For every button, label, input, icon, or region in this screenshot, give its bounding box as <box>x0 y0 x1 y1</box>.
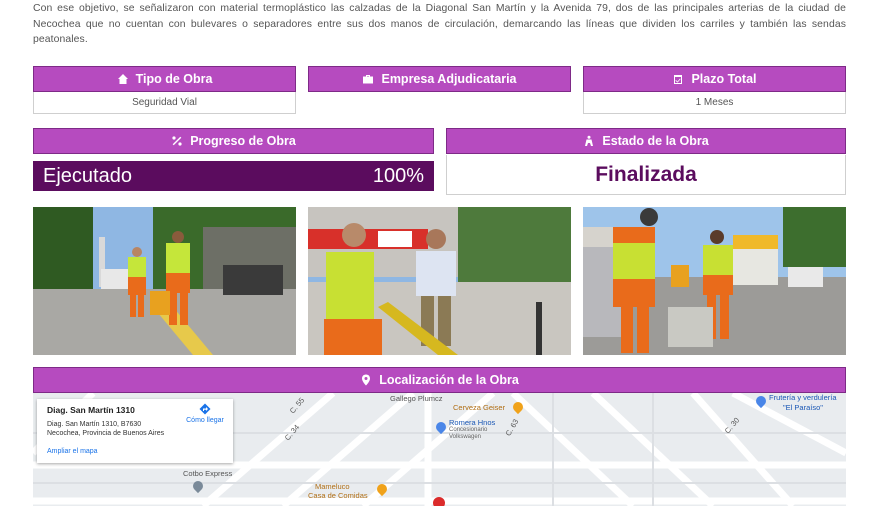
map-poi-romera[interactable]: Romera Hnos <box>449 418 495 427</box>
progress-status: Ejecutado <box>43 164 132 187</box>
estado-label: Estado de la Obra <box>602 134 709 148</box>
estado-header: Estado de la Obra <box>446 128 846 154</box>
map-poi-cerveza[interactable]: Cerveza Geiser <box>453 403 505 412</box>
calendar-check-icon <box>674 75 683 84</box>
photo-painting-lines[interactable] <box>583 207 846 355</box>
plazo-header: Plazo Total <box>583 66 846 92</box>
progreso-label: Progreso de Obra <box>190 134 296 148</box>
map-poi-mameluco[interactable]: Mameluco <box>315 482 350 491</box>
map-poi-cotbo[interactable]: Cotbo Express <box>183 469 232 478</box>
road-worker-icon <box>585 135 594 146</box>
empresa-value <box>308 92 571 114</box>
progreso-header: Progreso de Obra <box>33 128 434 154</box>
map-poi-comidas: Casa de Comidas <box>308 491 368 500</box>
localizacion-label: Localización de la Obra <box>379 373 519 387</box>
directions-icon <box>199 403 211 415</box>
localizacion-header: Localización de la Obra <box>33 367 846 393</box>
briefcase-icon <box>363 75 374 84</box>
percent-icon <box>172 136 182 146</box>
enlarge-map-link[interactable]: Ampliar el mapa <box>47 448 98 455</box>
place-title: Diag. San Martín 1310 <box>47 405 135 415</box>
map-place-card: Diag. San Martín 1310 Diag. San Martín 1… <box>37 399 233 463</box>
empresa-label: Empresa Adjudicataria <box>381 72 517 86</box>
progress-bar: Ejecutado 100% <box>33 161 434 191</box>
map-poi-romera-sub2: Volkswagen <box>449 434 482 440</box>
directions-label: Cómo llegar <box>186 417 224 424</box>
plazo-value: 1 Meses <box>583 92 846 114</box>
empresa-header: Empresa Adjudicataria <box>308 66 571 92</box>
photo-road-workers[interactable] <box>33 207 296 355</box>
plazo-label: Plazo Total <box>691 72 757 86</box>
estado-value: Finalizada <box>446 155 846 195</box>
intro-paragraph: Con ese objetivo, se señalizaron con mat… <box>33 3 846 45</box>
tipo-obra-value: Seguridad Vial <box>33 92 296 114</box>
embedded-map[interactable]: Gallego Plumcz C. 55 C. 34 C. 63 C. 30 C… <box>33 393 846 506</box>
place-address-line2: Necochea, Provincia de Buenos Aires <box>47 430 165 437</box>
map-label-gallego: Gallego Plumcz <box>390 394 443 403</box>
map-marker-icon <box>362 374 371 386</box>
tipo-obra-header: Tipo de Obra <box>33 66 296 92</box>
tipo-obra-label: Tipo de Obra <box>135 72 213 86</box>
photo-officials-inspecting[interactable] <box>308 207 571 355</box>
directions-button[interactable]: Cómo llegar <box>183 403 227 424</box>
place-address-line1: Diag. San Martín 1310, B7630 <box>47 421 142 428</box>
progress-percent: 100% <box>372 164 424 187</box>
map-poi-fruteria[interactable]: Frutería y verdulería <box>769 393 837 402</box>
map-poi-paraiso: "El Paraíso" <box>783 403 823 412</box>
house-icon <box>117 74 128 84</box>
map-poi-romera-sub: Concesionario <box>449 427 488 433</box>
